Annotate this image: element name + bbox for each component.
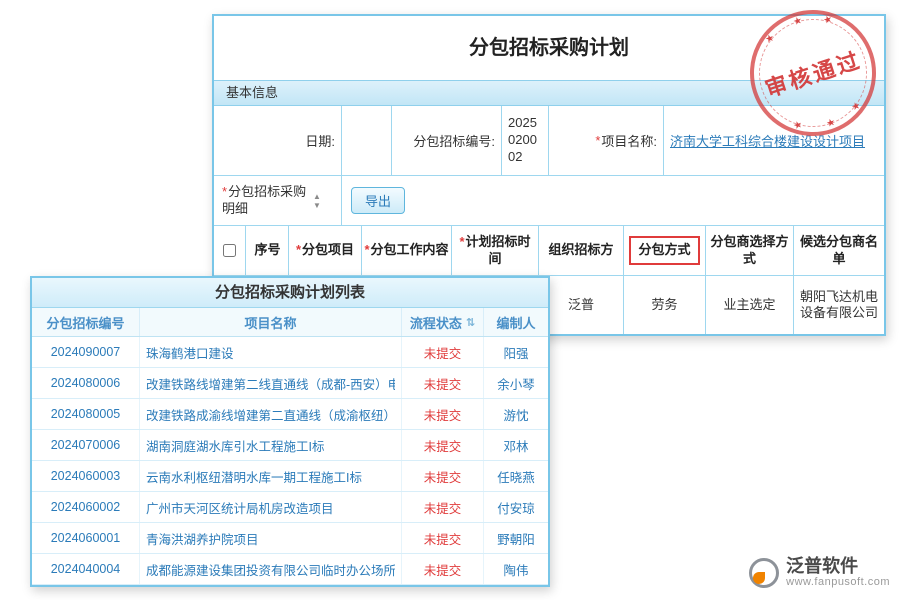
required-mark: * xyxy=(222,184,227,199)
row-project-link[interactable]: 青海洪湖养护院项目 xyxy=(146,529,259,548)
select-all-checkbox[interactable] xyxy=(223,244,236,257)
row-project-link[interactable]: 广州市天河区统计局机房改造项目 xyxy=(146,498,334,517)
row-bid-no[interactable]: 2024040004 xyxy=(32,554,140,584)
list-title: 分包招标采购计划列表 xyxy=(32,278,548,308)
project-name-label-text: 项目名称: xyxy=(601,131,657,150)
col-header-candidate-list: 候选分包商名单 xyxy=(794,226,884,275)
row-selection-method-cell: 业主选定 xyxy=(706,276,794,334)
row-bid-no[interactable]: 2024080005 xyxy=(32,399,140,429)
row-bid-no[interactable]: 2024060002 xyxy=(32,492,140,522)
list-col-author: 编制人 xyxy=(484,308,548,336)
row-status: 未提交 xyxy=(402,554,484,584)
required-mark: * xyxy=(296,242,301,257)
list-row[interactable]: 2024080006 改建铁路线增建第二线直通线（成都-西安）电... 未提交 … xyxy=(32,368,548,399)
list-row[interactable]: 2024060001 青海洪湖养护院项目 未提交 野朝阳 xyxy=(32,523,548,554)
row-bid-no[interactable]: 2024090007 xyxy=(32,337,140,367)
list-row[interactable]: 2024080005 改建铁路成渝线增建第二直通线（成渝枢纽）... 未提交 游… xyxy=(32,399,548,430)
col-header-work-content: *分包工作内容 xyxy=(362,226,452,275)
row-project-link[interactable]: 成都能源建设集团投资有限公司临时办公场所... xyxy=(146,560,395,579)
vendor-url: www.fanpusoft.com xyxy=(786,576,890,588)
basic-info-label: 基本信息 xyxy=(226,85,278,100)
col-header-plan-time: *计划招标时间 xyxy=(452,226,539,275)
required-mark: * xyxy=(459,234,464,249)
list-col-status: 流程状态 ⇅ xyxy=(402,308,484,336)
col-label: 候选分包商名单 xyxy=(796,234,882,267)
fanpu-logo-icon xyxy=(749,558,779,588)
spinner-down-icon[interactable]: ▼ xyxy=(313,201,321,210)
row-author: 邓林 xyxy=(484,430,548,460)
col-label: 组织招标方 xyxy=(548,242,613,258)
list-col-bid-no: 分包招标编号 xyxy=(32,308,140,336)
list-col-project: 项目名称 xyxy=(140,308,402,336)
row-status: 未提交 xyxy=(402,461,484,491)
row-organizer-cell: 泛普 xyxy=(539,276,624,334)
row-author: 任晓燕 xyxy=(484,461,548,491)
col-label: 序号 xyxy=(254,242,280,257)
list-header-row: 分包招标编号 项目名称 流程状态 ⇅ 编制人 xyxy=(32,308,548,337)
row-author: 阳强 xyxy=(484,337,548,367)
col-label: 计划招标时间 xyxy=(466,234,531,265)
row-author: 余小琴 xyxy=(484,368,548,398)
row-status: 未提交 xyxy=(402,337,484,367)
vendor-name: 泛普软件 xyxy=(786,557,890,576)
col-header-sub-method: 分包方式 xyxy=(624,226,706,275)
row-author: 付安琼 xyxy=(484,492,548,522)
detail-spinner: ▲ ▼ xyxy=(313,192,321,210)
row-status: 未提交 xyxy=(402,492,484,522)
list-row[interactable]: 2024060003 云南水利枢纽潜明水库一期工程施工I标 未提交 任晓燕 xyxy=(32,461,548,492)
export-button[interactable]: 导出 xyxy=(351,187,405,214)
date-label: 日期: xyxy=(214,106,342,175)
plan-list-panel: 分包招标采购计划列表 分包招标编号 项目名称 流程状态 ⇅ 编制人 202409… xyxy=(30,276,550,587)
row-bid-no[interactable]: 2024060003 xyxy=(32,461,140,491)
col-label: 分包商选择方式 xyxy=(708,234,791,267)
col-header-selection-method: 分包商选择方式 xyxy=(706,226,794,275)
project-name-label: * 项目名称: xyxy=(549,106,664,175)
required-mark: * xyxy=(595,133,600,148)
row-sub-method-cell: 劳务 xyxy=(624,276,706,334)
detail-label-text: 分包招标采购明细 xyxy=(222,184,306,216)
row-candidate-list-cell: 朝阳飞达机电设备有限公司 xyxy=(794,276,884,334)
row-author: 野朝阳 xyxy=(484,523,548,553)
detail-section-label: *分包招标采购明细 ▲ ▼ xyxy=(214,176,342,225)
vendor-brand: 泛普软件 www.fanpusoft.com xyxy=(749,557,890,588)
status-col-label: 流程状态 xyxy=(410,313,462,332)
list-row[interactable]: 2024060002 广州市天河区统计局机房改造项目 未提交 付安琼 xyxy=(32,492,548,523)
date-value[interactable] xyxy=(342,106,392,175)
col-label: 分包工作内容 xyxy=(371,242,449,257)
sort-icon[interactable]: ⇅ xyxy=(466,316,475,329)
col-header-organizer: 组织招标方 xyxy=(539,226,624,275)
spinner-up-icon[interactable]: ▲ xyxy=(313,192,321,201)
bid-no-value: 2025020002 xyxy=(502,106,549,175)
col-header-seq: 序号 xyxy=(246,226,289,275)
col-label: 分包项目 xyxy=(302,242,354,257)
row-bid-no[interactable]: 2024080006 xyxy=(32,368,140,398)
row-bid-no[interactable]: 2024060001 xyxy=(32,523,140,553)
row-status: 未提交 xyxy=(402,368,484,398)
row-status: 未提交 xyxy=(402,523,484,553)
detail-table-header: 序号 *分包项目 *分包工作内容 *计划招标时间 组织招标方 分包方式 分包商选… xyxy=(214,226,884,276)
project-name-link[interactable]: 济南大学工科综合楼建设设计项目 xyxy=(670,131,865,150)
row-project-link[interactable]: 云南水利枢纽潜明水库一期工程施工I标 xyxy=(146,467,362,486)
row-author: 陶伟 xyxy=(484,554,548,584)
detail-section-row: *分包招标采购明细 ▲ ▼ 导出 xyxy=(214,176,884,226)
row-status: 未提交 xyxy=(402,430,484,460)
highlighted-column-box: 分包方式 xyxy=(629,236,699,264)
list-row[interactable]: 2024070006 湖南洞庭湖水库引水工程施工I标 未提交 邓林 xyxy=(32,430,548,461)
list-row[interactable]: 2024040004 成都能源建设集团投资有限公司临时办公场所... 未提交 陶… xyxy=(32,554,548,585)
row-project-link[interactable]: 湖南洞庭湖水库引水工程施工I标 xyxy=(146,436,324,455)
row-status: 未提交 xyxy=(402,399,484,429)
row-project-link[interactable]: 改建铁路成渝线增建第二直通线（成渝枢纽）... xyxy=(146,405,395,424)
stamp-text: 审核通过 xyxy=(760,42,865,103)
row-author: 游忱 xyxy=(484,399,548,429)
bid-no-label: 分包招标编号: xyxy=(392,106,502,175)
row-project-link[interactable]: 改建铁路线增建第二线直通线（成都-西安）电... xyxy=(146,374,395,393)
list-row[interactable]: 2024090007 珠海鹤港口建设 未提交 阳强 xyxy=(32,337,548,368)
select-all-cell xyxy=(214,226,246,275)
col-header-sub-project: *分包项目 xyxy=(289,226,362,275)
required-mark: * xyxy=(364,242,369,257)
row-bid-no[interactable]: 2024070006 xyxy=(32,430,140,460)
row-project-link[interactable]: 珠海鹤港口建设 xyxy=(146,343,234,362)
